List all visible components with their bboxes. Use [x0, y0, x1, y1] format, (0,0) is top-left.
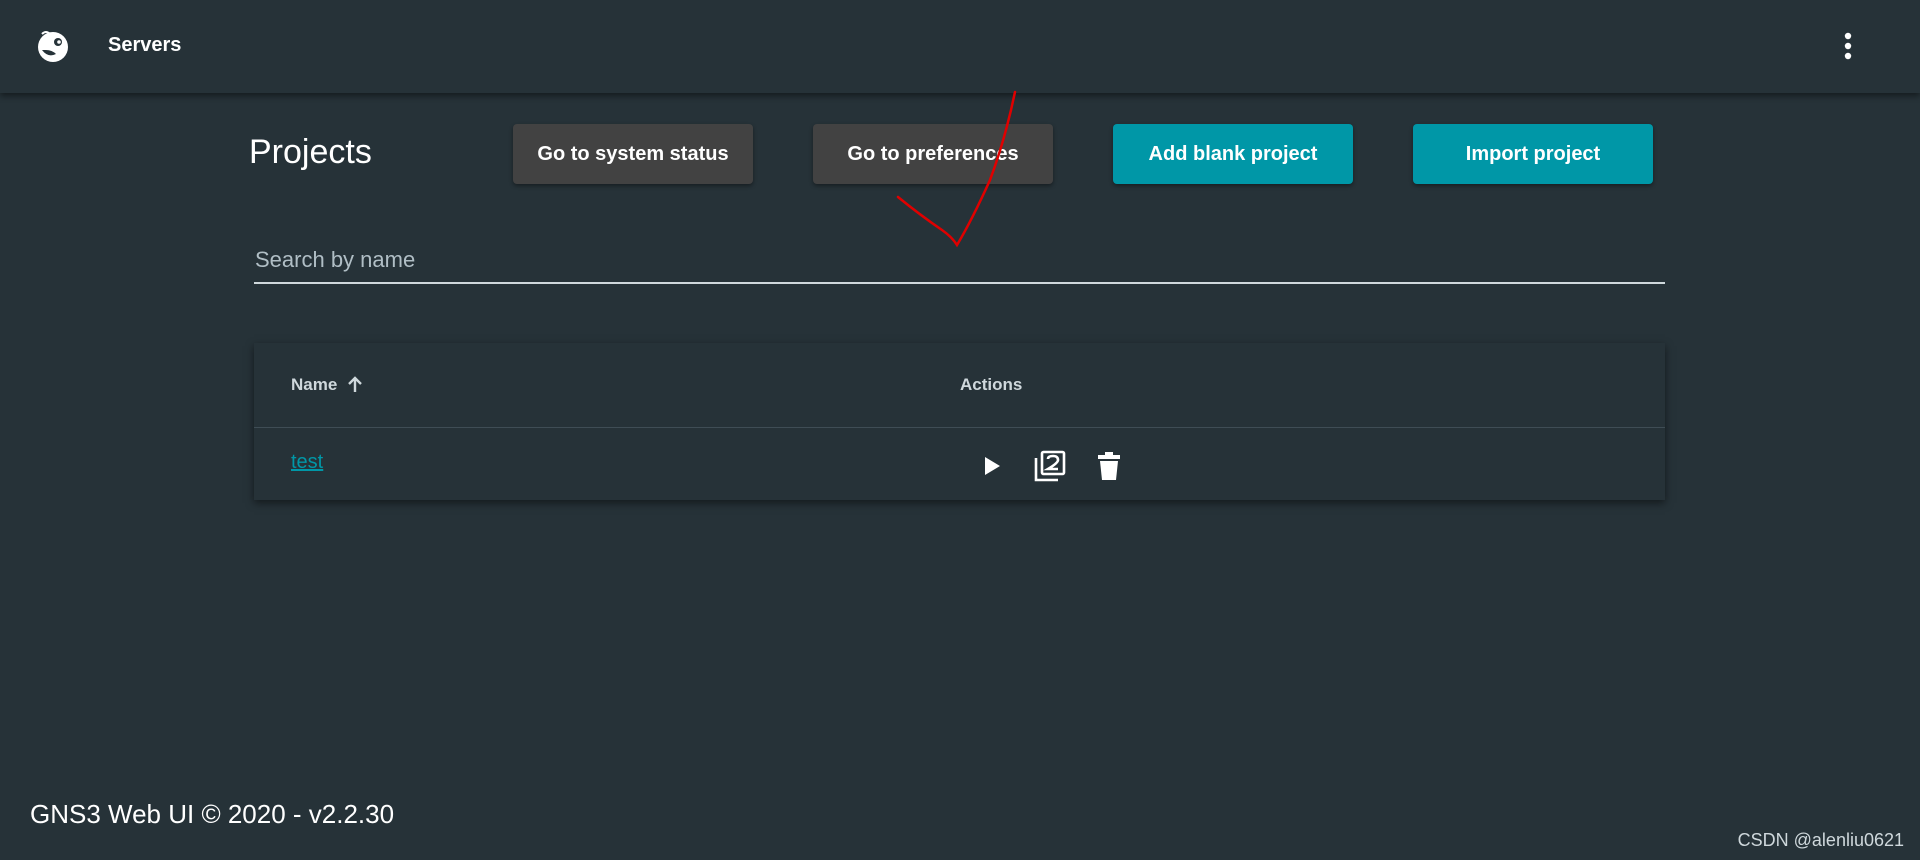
search-field	[254, 242, 1667, 284]
more-vert-icon	[1844, 32, 1852, 60]
project-name-link[interactable]: test	[291, 451, 323, 474]
search-input[interactable]	[254, 242, 1667, 278]
import-project-button[interactable]: Import project	[1413, 124, 1653, 184]
table-header: Name Actions	[254, 343, 1665, 428]
sort-arrow-up-icon	[348, 376, 363, 392]
name-column-label: Name	[291, 375, 338, 394]
duplicate-project-button[interactable]	[1033, 449, 1067, 483]
add-blank-project-button[interactable]: Add blank project	[1113, 124, 1353, 184]
table-row: test	[254, 428, 1665, 500]
preferences-button[interactable]: Go to preferences	[813, 124, 1053, 184]
actions-column-header: Actions	[960, 375, 1022, 395]
projects-table: Name Actions test	[254, 343, 1665, 500]
page-title: Projects	[249, 133, 372, 171]
duplicate-icon	[1034, 450, 1066, 482]
watermark: CSDN @alenliu0621	[1737, 830, 1904, 850]
footer-version: GNS3 Web UI © 2020 - v2.2.30	[30, 799, 395, 829]
delete-icon	[1098, 452, 1120, 480]
play-icon	[985, 457, 1000, 475]
more-menu-button[interactable]	[1832, 26, 1864, 66]
name-column-header[interactable]: Name	[291, 375, 365, 395]
app-title[interactable]: Servers	[108, 34, 181, 57]
actions-column-label: Actions	[960, 375, 1023, 394]
top-toolbar: Servers	[0, 0, 1920, 93]
gns3-logo-icon[interactable]	[34, 28, 72, 66]
open-project-button[interactable]	[974, 449, 1008, 483]
system-status-button[interactable]: Go to system status	[513, 124, 753, 184]
delete-project-button[interactable]	[1092, 449, 1126, 483]
